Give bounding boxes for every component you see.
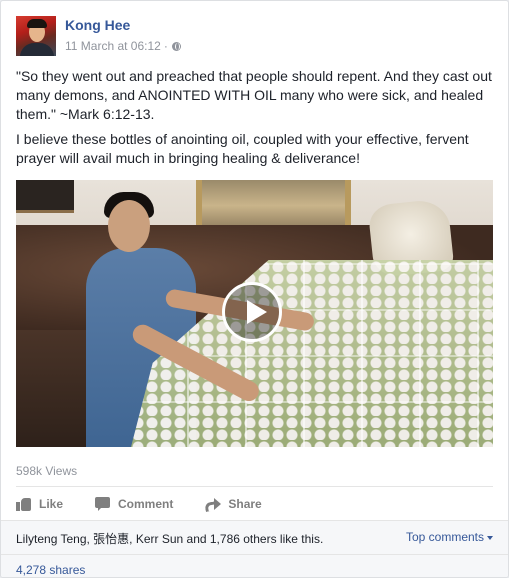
meta-separator: · bbox=[163, 39, 168, 53]
post-text: "So they went out and preached that peop… bbox=[16, 67, 494, 174]
share-arrow-icon bbox=[205, 497, 222, 511]
divider bbox=[1, 554, 508, 555]
globe-icon[interactable] bbox=[171, 41, 181, 51]
comment-label: Comment bbox=[118, 497, 174, 511]
video-view-count: 598k Views bbox=[16, 464, 78, 478]
top-comments-label: Top comments bbox=[405, 530, 484, 544]
shares-count[interactable]: 4,278 shares bbox=[16, 563, 85, 577]
author-name[interactable]: Kong Hee bbox=[65, 17, 130, 33]
comment-icon bbox=[95, 497, 111, 511]
thumbs-up-icon bbox=[16, 497, 32, 511]
play-icon[interactable] bbox=[222, 282, 282, 342]
video-player[interactable] bbox=[16, 180, 493, 447]
post-header: Kong Hee 11 March at 06:12 · bbox=[16, 16, 496, 56]
post-timestamp[interactable]: 11 March at 06:12 bbox=[65, 39, 161, 53]
share-button[interactable]: Share bbox=[205, 494, 262, 514]
caret-down-icon bbox=[487, 535, 493, 540]
share-label: Share bbox=[228, 497, 262, 511]
post-meta: 11 March at 06:12 · bbox=[65, 39, 181, 53]
post-actions: Like Comment Share bbox=[16, 494, 493, 514]
avatar[interactable] bbox=[16, 16, 56, 56]
divider bbox=[16, 486, 493, 487]
post-paragraph: I believe these bottles of anointing oil… bbox=[16, 131, 469, 166]
comment-button[interactable]: Comment bbox=[95, 494, 173, 514]
post-paragraph: "So they went out and preached that peop… bbox=[16, 68, 492, 122]
top-comments-dropdown[interactable]: Top comments bbox=[406, 530, 493, 544]
like-label: Like bbox=[39, 497, 64, 511]
feed-post: Kong Hee 11 March at 06:12 · "So they we… bbox=[0, 0, 509, 578]
likes-summary[interactable]: Lilyteng Teng, 張怡惠, Kerr Sun and 1,786 o… bbox=[16, 530, 323, 547]
post-footer: Lilyteng Teng, 張怡惠, Kerr Sun and 1,786 o… bbox=[1, 520, 508, 577]
like-button[interactable]: Like bbox=[16, 494, 63, 514]
